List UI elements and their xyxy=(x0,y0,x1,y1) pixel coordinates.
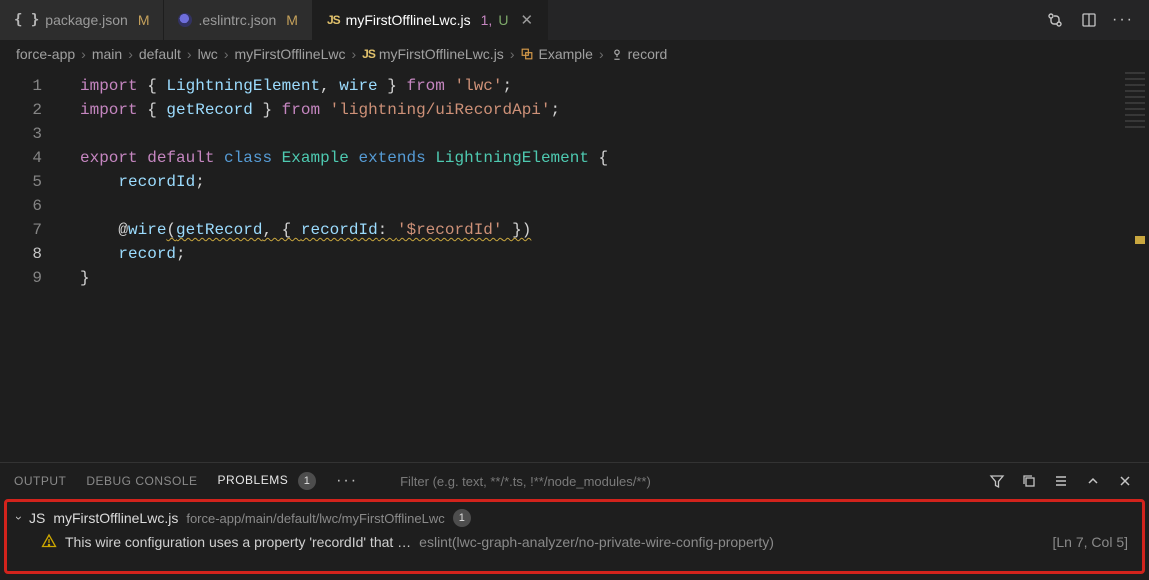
split-editor-icon[interactable] xyxy=(1079,10,1099,30)
code-line[interactable] xyxy=(80,194,1149,218)
code-line[interactable]: record; xyxy=(80,242,1149,266)
line-number: 1 xyxy=(0,74,42,98)
tab-label: myFirstOfflineLwc.js xyxy=(346,12,471,28)
line-number-gutter: 123456789 xyxy=(0,68,60,462)
breadcrumb-segment[interactable]: lwc xyxy=(198,46,218,62)
problems-file-path: force-app/main/default/lwc/myFirstOfflin… xyxy=(186,511,444,526)
breadcrumb[interactable]: force-app› main› default› lwc› myFirstOf… xyxy=(0,40,1149,68)
copy-icon[interactable] xyxy=(1019,471,1039,491)
breadcrumb-segment[interactable]: myFirstOfflineLwc xyxy=(234,46,345,62)
view-as-list-icon[interactable] xyxy=(1051,471,1071,491)
code-line[interactable] xyxy=(80,122,1149,146)
problem-location: [Ln 7, Col 5] xyxy=(1053,534,1133,550)
panel-tab-problems[interactable]: PROBLEMS 1 xyxy=(218,472,317,490)
panel-tabbar: OUTPUT DEBUG CONSOLE PROBLEMS 1 ··· xyxy=(0,463,1149,499)
code-line[interactable]: import { getRecord } from 'lightning/uiR… xyxy=(80,98,1149,122)
class-icon xyxy=(520,47,534,61)
chevron-down-icon[interactable]: › xyxy=(12,516,26,520)
problem-source: eslint(lwc-graph-analyzer/no-private-wir… xyxy=(419,534,774,550)
problems-filter xyxy=(394,469,967,493)
code-content[interactable]: import { LightningElement, wire } from '… xyxy=(60,68,1149,462)
line-number: 8 xyxy=(0,242,42,266)
js-icon: JS xyxy=(327,13,340,27)
problems-count-badge: 1 xyxy=(298,472,316,490)
panel-tab-output[interactable]: OUTPUT xyxy=(14,474,66,488)
close-icon[interactable]: ✕ xyxy=(520,11,533,29)
problems-file-row[interactable]: › JS myFirstOfflineLwc.js force-app/main… xyxy=(13,506,1136,530)
field-icon xyxy=(610,47,624,61)
problems-filter-input[interactable] xyxy=(394,469,834,493)
braces-icon: { } xyxy=(14,12,39,28)
line-number: 9 xyxy=(0,266,42,290)
problems-body: › JS myFirstOfflineLwc.js force-app/main… xyxy=(4,499,1145,574)
tab-git-status: U xyxy=(498,12,508,28)
editor-tabbar: { } package.json M .eslintrc.json M JS m… xyxy=(0,0,1149,40)
panel-actions xyxy=(987,471,1135,491)
tab-label: .eslintrc.json xyxy=(198,12,276,28)
problems-file-count: 1 xyxy=(453,509,471,527)
problem-message: This wire configuration uses a property … xyxy=(65,534,411,550)
panel-more-views-icon[interactable]: ··· xyxy=(336,472,358,490)
bottom-panel: OUTPUT DEBUG CONSOLE PROBLEMS 1 ··· xyxy=(0,462,1149,580)
tab-myfirstofflinelwc-js[interactable]: JS myFirstOfflineLwc.js 1, U ✕ xyxy=(313,0,548,40)
code-line[interactable]: } xyxy=(80,266,1149,290)
breadcrumb-segment[interactable]: force-app xyxy=(16,46,75,62)
line-number: 4 xyxy=(0,146,42,170)
tab-package-json[interactable]: { } package.json M xyxy=(0,0,164,40)
tab-label: package.json xyxy=(45,12,128,28)
breadcrumb-symbol-field[interactable]: record xyxy=(610,46,668,62)
code-line[interactable]: export default class Example extends Lig… xyxy=(80,146,1149,170)
tab-status: 1, xyxy=(481,12,493,28)
code-line[interactable]: @wire(getRecord, { recordId: '$recordId'… xyxy=(80,218,1149,242)
panel-tab-debug-console[interactable]: DEBUG CONSOLE xyxy=(86,474,197,488)
eslint-icon xyxy=(178,13,192,27)
compare-changes-icon[interactable] xyxy=(1045,10,1065,30)
breadcrumb-symbol-class[interactable]: Example xyxy=(520,46,592,62)
tab-eslintrc-json[interactable]: .eslintrc.json M xyxy=(164,0,312,40)
warning-icon xyxy=(41,533,57,552)
js-icon: JS xyxy=(29,510,45,526)
collapse-panel-icon[interactable] xyxy=(1083,471,1103,491)
filter-icon[interactable] xyxy=(987,471,1007,491)
breadcrumb-segment[interactable]: default xyxy=(139,46,181,62)
problem-item[interactable]: This wire configuration uses a property … xyxy=(13,530,1136,554)
problems-file-name: myFirstOfflineLwc.js xyxy=(53,510,178,526)
tab-status: M xyxy=(286,12,298,28)
tabbar-actions: ··· xyxy=(1045,10,1143,30)
breadcrumb-segment[interactable]: main xyxy=(92,46,122,62)
line-number: 6 xyxy=(0,194,42,218)
line-number: 2 xyxy=(0,98,42,122)
tab-status: M xyxy=(138,12,150,28)
code-editor[interactable]: 123456789 import { LightningElement, wir… xyxy=(0,68,1149,462)
breadcrumb-file[interactable]: JS myFirstOfflineLwc.js xyxy=(362,46,504,62)
more-actions-icon[interactable]: ··· xyxy=(1113,10,1133,30)
line-number: 3 xyxy=(0,122,42,146)
code-line[interactable]: recordId; xyxy=(80,170,1149,194)
code-line[interactable]: import { LightningElement, wire } from '… xyxy=(80,74,1149,98)
close-panel-icon[interactable] xyxy=(1115,471,1135,491)
line-number: 5 xyxy=(0,170,42,194)
js-icon: JS xyxy=(362,47,375,61)
line-number: 7 xyxy=(0,218,42,242)
